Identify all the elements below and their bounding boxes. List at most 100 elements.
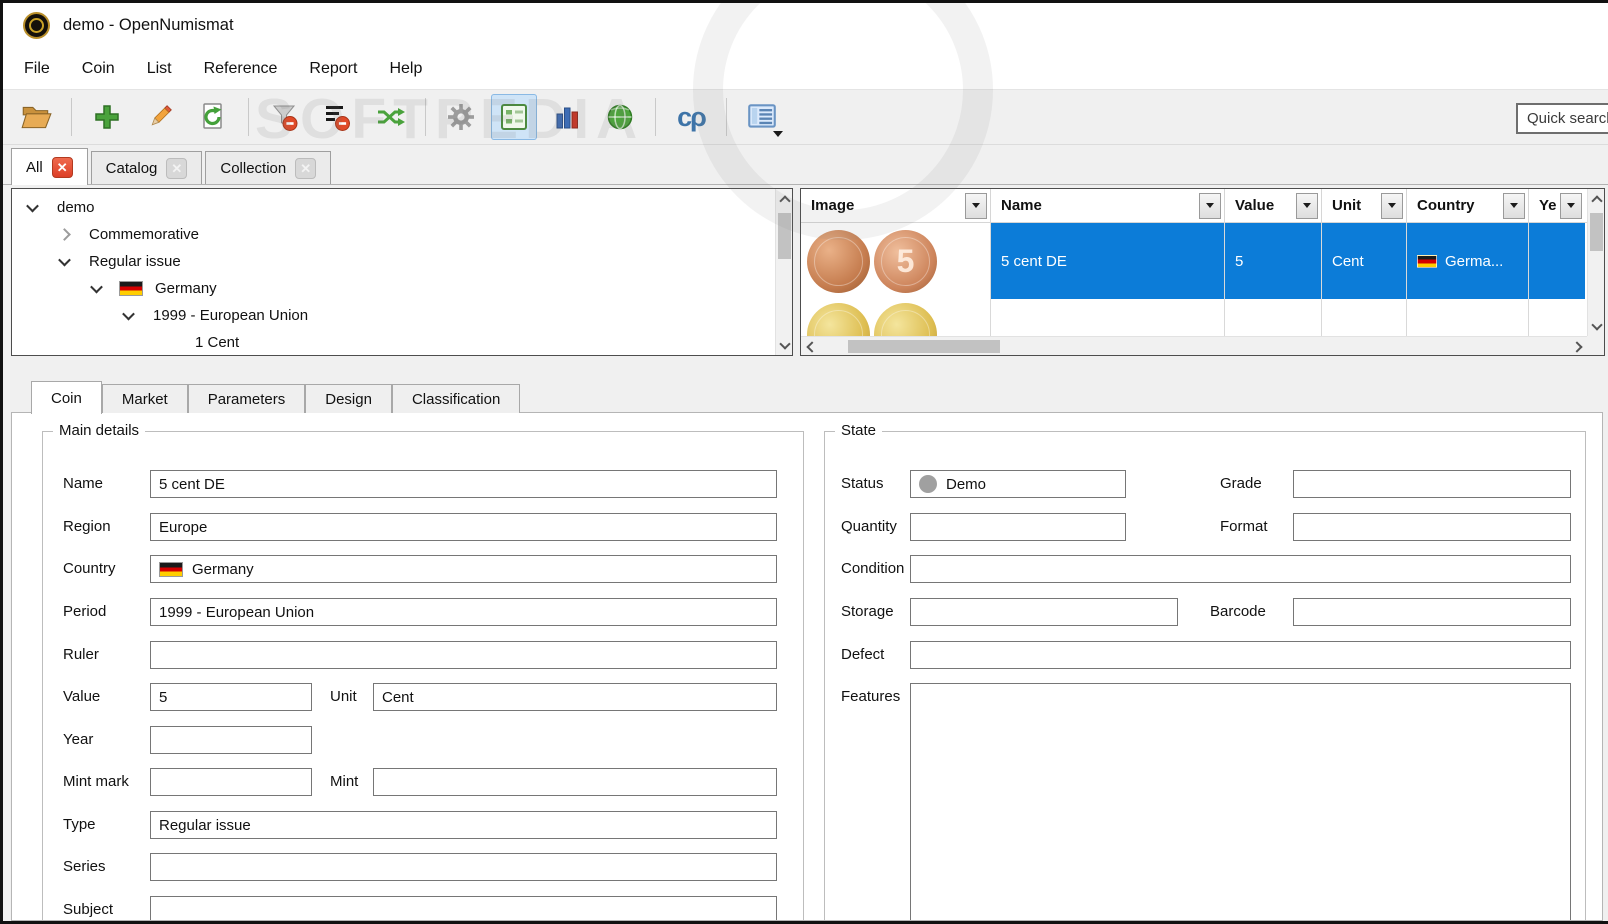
- collection-tab-collection[interactable]: Collection ✕: [205, 151, 331, 184]
- type-input[interactable]: [150, 811, 777, 839]
- series-input[interactable]: [150, 853, 777, 881]
- unit-cell[interactable]: Cent: [1322, 223, 1407, 299]
- tab-close-icon[interactable]: ✕: [52, 157, 73, 178]
- tree-vertical-scrollbar[interactable]: [775, 189, 792, 355]
- web-button[interactable]: [597, 94, 643, 140]
- year-cell[interactable]: [1529, 223, 1585, 299]
- column-header-image[interactable]: Image: [801, 189, 991, 222]
- unit-input[interactable]: [373, 683, 777, 711]
- subject-input[interactable]: [150, 896, 777, 921]
- table-horizontal-scrollbar[interactable]: [801, 336, 1587, 355]
- region-input[interactable]: [150, 513, 777, 541]
- detail-panel-toggle-button[interactable]: [491, 94, 537, 140]
- scrollbar-thumb[interactable]: [1590, 213, 1603, 251]
- collection-tab-catalog[interactable]: Catalog ✕: [91, 151, 203, 184]
- tab-parameters[interactable]: Parameters: [188, 384, 306, 413]
- list-options-button[interactable]: [739, 94, 785, 140]
- add-coin-button[interactable]: [84, 94, 130, 140]
- year-input[interactable]: [150, 726, 312, 754]
- quantity-input[interactable]: [910, 513, 1126, 541]
- mint-mark-input[interactable]: [150, 768, 312, 796]
- value-input[interactable]: [150, 683, 312, 711]
- statistics-button[interactable]: [544, 94, 590, 140]
- chevron-down-icon[interactable]: [58, 254, 71, 267]
- country-input[interactable]: Germany: [150, 555, 777, 583]
- menu-reference[interactable]: Reference: [188, 54, 294, 84]
- chevron-down-icon[interactable]: [122, 308, 135, 321]
- tree-item-demo[interactable]: demo: [12, 194, 792, 221]
- storage-input[interactable]: [910, 598, 1178, 626]
- unit-cell[interactable]: [1322, 299, 1407, 338]
- value-cell[interactable]: [1225, 299, 1322, 338]
- quick-search-input[interactable]: [1516, 103, 1608, 134]
- tree-item-1-cent[interactable]: 1 Cent: [12, 329, 792, 356]
- tab-design[interactable]: Design: [305, 384, 392, 413]
- tree-item-commemorative[interactable]: Commemorative: [12, 221, 792, 248]
- column-header-unit[interactable]: Unit: [1322, 189, 1407, 222]
- column-filter-dropdown-icon[interactable]: [1560, 193, 1582, 219]
- tree-item-1999-european-union[interactable]: 1999 - European Union: [12, 302, 792, 329]
- column-filter-dropdown-icon[interactable]: [1296, 193, 1318, 219]
- column-header-value[interactable]: Value: [1225, 189, 1322, 222]
- scroll-up-icon[interactable]: [1588, 190, 1605, 207]
- column-filter-dropdown-icon[interactable]: [1503, 193, 1525, 219]
- country-cell[interactable]: Germa...: [1407, 223, 1529, 299]
- open-collection-button[interactable]: [13, 94, 59, 140]
- scroll-up-icon[interactable]: [776, 190, 793, 207]
- column-filter-dropdown-icon[interactable]: [1381, 193, 1403, 219]
- name-cell[interactable]: [991, 299, 1225, 338]
- coin-image-cell[interactable]: [801, 299, 991, 338]
- menu-coin[interactable]: Coin: [66, 54, 131, 84]
- collection-tab-all[interactable]: All ✕: [11, 148, 88, 185]
- tab-coin[interactable]: Coin: [31, 381, 102, 414]
- tree-item-regular-issue[interactable]: Regular issue: [12, 248, 792, 275]
- scrollbar-thumb[interactable]: [848, 340, 1000, 353]
- column-filter-dropdown-icon[interactable]: [1199, 193, 1221, 219]
- value-cell[interactable]: 5: [1225, 223, 1322, 299]
- period-input[interactable]: [150, 598, 777, 626]
- tab-close-icon[interactable]: ✕: [295, 158, 316, 179]
- swap-views-button[interactable]: [367, 94, 413, 140]
- refresh-page-button[interactable]: [190, 94, 236, 140]
- chevron-right-icon[interactable]: [58, 228, 71, 241]
- menu-list[interactable]: List: [131, 54, 188, 84]
- condition-input[interactable]: [910, 555, 1571, 583]
- status-select[interactable]: Demo: [910, 470, 1126, 498]
- mint-input[interactable]: [373, 768, 777, 796]
- clear-sorting-button[interactable]: [314, 94, 360, 140]
- tab-market[interactable]: Market: [102, 384, 188, 413]
- tab-close-icon[interactable]: ✕: [166, 158, 187, 179]
- country-cell[interactable]: [1407, 299, 1529, 338]
- tree-item-germany[interactable]: Germany: [12, 275, 792, 302]
- table-row[interactable]: [801, 299, 1587, 338]
- barcode-input[interactable]: [1293, 598, 1571, 626]
- grade-input[interactable]: [1293, 470, 1571, 498]
- name-cell[interactable]: 5 cent DE: [991, 223, 1225, 299]
- scroll-down-icon[interactable]: [1588, 318, 1605, 335]
- chevron-down-icon[interactable]: [90, 281, 103, 294]
- table-vertical-scrollbar[interactable]: [1587, 189, 1604, 336]
- name-input[interactable]: [150, 470, 777, 498]
- coin-image-cell[interactable]: [801, 223, 991, 299]
- clear-filter-button[interactable]: [261, 94, 307, 140]
- menu-help[interactable]: Help: [373, 54, 438, 84]
- format-input[interactable]: [1293, 513, 1571, 541]
- summary-button[interactable]: cρ: [668, 94, 714, 140]
- features-input[interactable]: [910, 683, 1571, 921]
- settings-button[interactable]: [438, 94, 484, 140]
- scroll-right-icon[interactable]: [1570, 337, 1587, 356]
- edit-coin-button[interactable]: [137, 94, 183, 140]
- scrollbar-thumb[interactable]: [778, 213, 791, 259]
- column-header-year[interactable]: Ye: [1529, 189, 1585, 222]
- column-header-name[interactable]: Name: [991, 189, 1225, 222]
- ruler-input[interactable]: [150, 641, 777, 669]
- scroll-left-icon[interactable]: [801, 337, 818, 356]
- menu-file[interactable]: File: [8, 54, 66, 84]
- column-header-country[interactable]: Country: [1407, 189, 1529, 222]
- tab-classification[interactable]: Classification: [392, 384, 520, 413]
- table-row-selected[interactable]: 5 cent DE 5 Cent Germa...: [801, 223, 1587, 299]
- scroll-down-icon[interactable]: [776, 337, 793, 354]
- defect-input[interactable]: [910, 641, 1571, 669]
- column-filter-dropdown-icon[interactable]: [965, 193, 987, 219]
- menu-report[interactable]: Report: [293, 54, 373, 84]
